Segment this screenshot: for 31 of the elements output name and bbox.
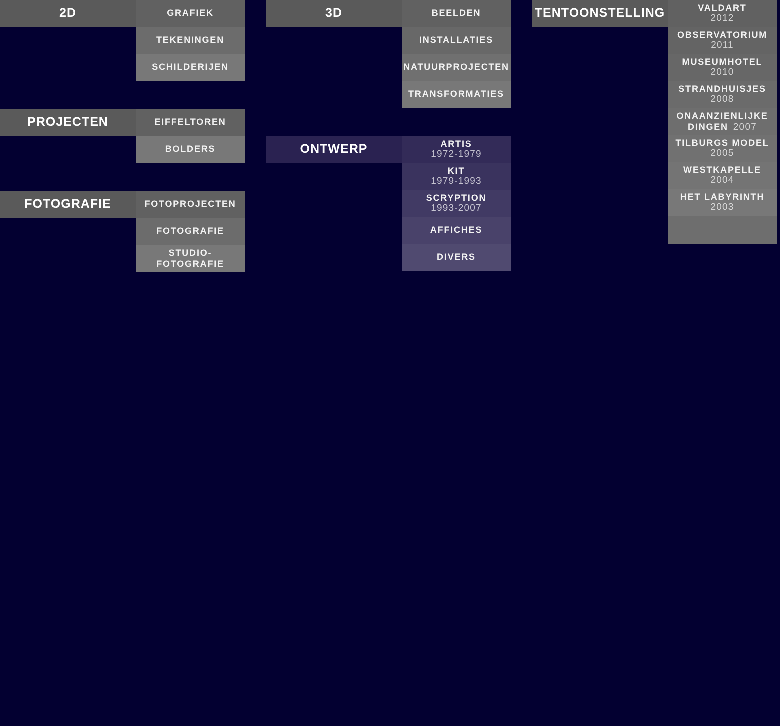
- submenu-item[interactable]: GRAFIEK: [136, 0, 245, 27]
- category-header[interactable]: 3D: [266, 0, 402, 27]
- submenu-item[interactable]: SCRYPTION 1993-2007: [402, 190, 511, 217]
- submenu-item[interactable]: TRANSFORMATIES: [402, 81, 511, 108]
- submenu-item[interactable]: AFFICHES: [402, 217, 511, 244]
- submenu-item[interactable]: MUSEUMHOTEL 2010: [668, 54, 777, 81]
- submenu-item[interactable]: SCHILDERIJEN: [136, 54, 245, 81]
- submenu-item[interactable]: TEKENINGEN: [136, 27, 245, 54]
- submenu-item[interactable]: ONAANZIENLIJKE DINGEN 2007: [668, 108, 777, 135]
- submenu-item[interactable]: NATUURPROJECTEN: [402, 54, 511, 81]
- submenu-item[interactable]: STRANDHUISJES 2008: [668, 81, 777, 108]
- submenu-item[interactable]: STUDIO-FOTOGRAFIE: [136, 245, 245, 272]
- submenu-item[interactable]: FOTOGRAFIE: [136, 218, 245, 245]
- submenu-item[interactable]: TILBURGS MODEL 2005: [668, 135, 777, 162]
- submenu-item[interactable]: VALDART 2012: [668, 0, 777, 27]
- submenu-item[interactable]: EIFFELTOREN: [136, 109, 245, 136]
- submenu-item[interactable]: WESTKAPELLE 2004: [668, 162, 777, 189]
- submenu-item[interactable]: HET LABYRINTH 2003: [668, 189, 777, 216]
- submenu-item[interactable]: KIT 1979-1993: [402, 163, 511, 190]
- submenu-item[interactable]: FOTOPROJECTEN: [136, 191, 245, 218]
- category-header[interactable]: ONTWERP: [266, 136, 402, 163]
- category-header[interactable]: 2D: [0, 0, 136, 27]
- submenu-item[interactable]: BEELDEN: [402, 0, 511, 27]
- submenu-item[interactable]: ARTIS 1972-1979: [402, 136, 511, 163]
- category-header[interactable]: PROJECTEN: [0, 109, 136, 136]
- submenu-item[interactable]: BOLDERS: [136, 136, 245, 163]
- submenu-item[interactable]: INSTALLATIES: [402, 27, 511, 54]
- submenu-item[interactable]: OBSERVATORIUM 2011: [668, 27, 777, 54]
- category-header[interactable]: FOTOGRAFIE: [0, 191, 136, 218]
- submenu-item[interactable]: DIVERS: [402, 244, 511, 271]
- category-header[interactable]: TENTOONSTELLING: [532, 0, 668, 27]
